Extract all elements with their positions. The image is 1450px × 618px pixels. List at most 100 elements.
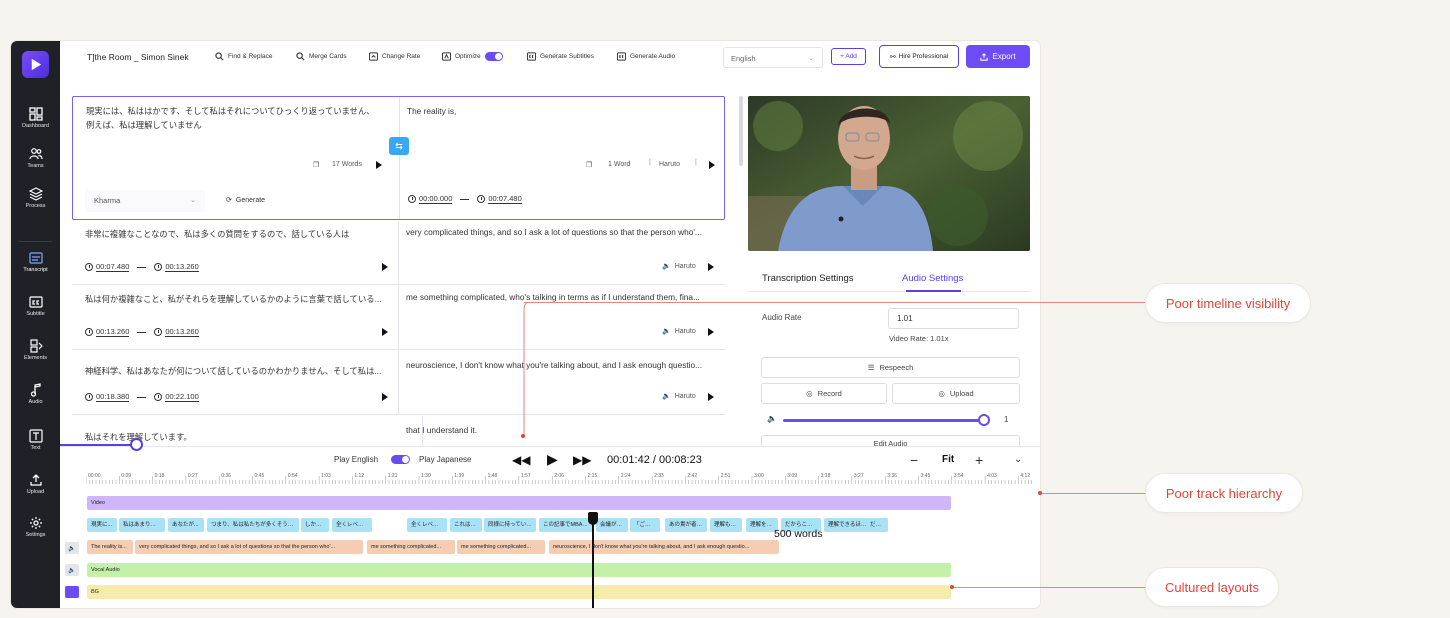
target-text[interactable]: neuroscience, I don't know what you're t… <box>406 358 714 372</box>
transcript-card[interactable]: 神経科学、私はあなたが何について話しているのかわかりません、そして私は... n… <box>72 351 725 415</box>
japanese-clip[interactable]: 現実に... <box>87 518 117 532</box>
japanese-clip[interactable]: つまり、私は私たちが多くそうです... <box>207 518 299 532</box>
target-text[interactable]: that I understand it. <box>406 423 714 437</box>
optimize-switch[interactable] <box>484 52 503 61</box>
japanese-clip[interactable]: 理解も使わ <box>710 518 742 532</box>
sidebar-item-teams[interactable]: Teams <box>11 147 60 169</box>
play-source-icon[interactable] <box>376 161 382 169</box>
sidebar-item-subtitle[interactable]: Subtitle <box>11 295 60 317</box>
tab-transcription-settings[interactable]: Transcription Settings <box>762 273 854 284</box>
volume-slider-handle[interactable] <box>978 414 990 426</box>
english-clip[interactable]: me something complicated... <box>367 540 455 554</box>
end-time[interactable]: 00:22.100 <box>165 392 199 402</box>
voice-label[interactable]: 🔈 Haruto <box>662 392 696 401</box>
japanese-clip[interactable]: 同様に持っていた... <box>484 518 536 532</box>
english-clip[interactable]: me something complicated... <box>457 540 545 554</box>
timecode-range[interactable]: 00:07.480 00:13.260 <box>85 262 199 272</box>
english-clip[interactable]: neuroscience, I don't know what you're t… <box>549 540 779 554</box>
upload-button[interactable]: ◎ Upload <box>892 383 1020 404</box>
japanese-clip[interactable]: これは、私の小... <box>450 518 482 532</box>
fast-forward-icon[interactable]: ▶▶ <box>573 453 591 467</box>
english-clip[interactable]: The reality is... <box>87 540 133 554</box>
bg-audio-clip[interactable]: BG <box>87 585 951 599</box>
transcript-card[interactable]: 非常に複雑なことなので、私は多くの質問をするので、話している人は very co… <box>72 221 725 285</box>
generate-button[interactable]: ⟳ Generate <box>226 196 265 205</box>
source-text[interactable]: 私は何か複雑なこと、私がそれらを理解しているかのように言葉で話している... <box>85 292 391 306</box>
speaker-icon[interactable]: 🔈 <box>65 542 79 554</box>
japanese-clip[interactable]: 全くレベル枠... <box>332 518 372 532</box>
zoom-out-icon[interactable]: − <box>910 452 918 468</box>
play-source-icon[interactable] <box>382 263 388 271</box>
audio-rate-input[interactable]: 1.01 <box>888 308 1019 329</box>
respeech-button[interactable]: ☰ Respeech <box>761 357 1020 378</box>
start-time[interactable]: 00:13.260 <box>96 327 130 337</box>
japanese-clip[interactable]: 会議が進... <box>596 518 628 532</box>
end-time[interactable]: 00:13.260 <box>165 262 199 272</box>
sidebar-item-dashboard[interactable]: Dashboard <box>11 107 60 129</box>
track-color-swatch[interactable] <box>65 586 79 598</box>
transcript-card-active[interactable]: 現実には、私ははかです、そして私はそれについてひっくり返っていません、例えば、私… <box>72 96 725 220</box>
playhead[interactable] <box>592 515 594 608</box>
end-time[interactable]: 00:13.260 <box>165 327 199 337</box>
japanese-clip[interactable]: あなたが... <box>168 518 204 532</box>
copy-icon[interactable]: ❐ <box>313 161 319 169</box>
voice-select[interactable]: Kharma ⌄ <box>85 190 205 212</box>
generate-audio-button[interactable]: Generate Audio <box>617 52 675 61</box>
target-text[interactable]: very complicated things, and so I ask a … <box>406 225 714 239</box>
sidebar-item-elements[interactable]: Elements <box>11 339 60 361</box>
source-text[interactable]: 神経科学、私はあなたが何について話しているのかわかりません、そして私は... <box>85 364 391 378</box>
play-target-icon[interactable] <box>708 328 714 336</box>
target-text[interactable]: The reality is, <box>407 104 715 118</box>
voice-name[interactable]: Haruto <box>659 161 680 168</box>
video-track-clip[interactable]: Video <box>87 496 951 510</box>
play-source-icon[interactable] <box>382 328 388 336</box>
timecode-range[interactable]: 00:00.000 00:07.480 <box>408 194 522 204</box>
rewind-icon[interactable]: ◀◀ <box>512 453 530 467</box>
english-clip[interactable]: very complicated things, and so I ask a … <box>135 540 363 554</box>
japanese-clip[interactable]: 「ごめん... <box>630 518 660 532</box>
source-text[interactable]: 非常に複雑なことなので、私は多くの質問をするので、話している人は <box>85 227 385 241</box>
timecode-range[interactable]: 00:13.260 00:13.260 <box>85 327 199 337</box>
play-target-icon[interactable] <box>709 161 715 169</box>
japanese-clip[interactable]: この記事でMBAの... <box>539 518 593 532</box>
sidebar-item-text[interactable]: Text <box>11 429 60 451</box>
video-preview[interactable] <box>748 96 1030 251</box>
speaker-icon[interactable]: 🔈 <box>65 564 79 576</box>
zoom-fit-button[interactable]: Fit <box>942 454 954 465</box>
sidebar-item-process[interactable]: Process <box>11 187 60 209</box>
japanese-clip[interactable]: だから <box>866 518 888 532</box>
find-replace-button[interactable]: Find & Replace <box>215 52 272 61</box>
japanese-clip[interactable]: あの貴が者が... <box>665 518 707 532</box>
voice-label[interactable]: 🔈 Haruto <box>662 262 696 271</box>
japanese-clip[interactable]: 理解できるほど... <box>824 518 872 532</box>
japanese-clip[interactable]: 私はあまり複雑... <box>119 518 165 532</box>
start-time[interactable]: 00:18.380 <box>96 392 130 402</box>
timeline-zoom-handle[interactable] <box>130 438 143 451</box>
sidebar-item-audio[interactable]: Audio <box>11 383 60 405</box>
play-target-icon[interactable] <box>708 393 714 401</box>
optimize-toggle[interactable]: Optimize <box>442 52 503 61</box>
export-button[interactable]: Export <box>966 45 1030 68</box>
zoom-in-icon[interactable]: + <box>975 452 983 468</box>
voice-label[interactable]: 🔈 Haruto <box>662 327 696 336</box>
play-source-icon[interactable] <box>382 393 388 401</box>
record-button[interactable]: ◎ Record <box>761 383 887 404</box>
swap-icon[interactable]: ⇆ <box>389 137 409 155</box>
timeline-zoom-slider[interactable] <box>60 444 136 446</box>
japanese-clip[interactable]: 全くレベル枠... <box>407 518 447 532</box>
sidebar-item-settings[interactable]: Settings <box>11 516 60 538</box>
chevron-down-icon[interactable]: ⌄ <box>1014 454 1022 465</box>
source-text[interactable]: 現実には、私ははかです、そして私はそれについてひっくり返っていません、例えば、私… <box>86 104 376 132</box>
language-toggle[interactable] <box>391 455 410 464</box>
app-logo[interactable] <box>22 51 49 78</box>
change-rate-button[interactable]: Change Rate <box>369 52 420 61</box>
play-target-icon[interactable] <box>708 263 714 271</box>
sidebar-item-transcript[interactable]: Transcript <box>11 251 60 273</box>
language-select[interactable]: English ⌄ <box>723 47 823 68</box>
add-button[interactable]: + Add <box>831 48 866 65</box>
hire-professional-button[interactable]: ⚯ Hire Professional <box>879 45 959 68</box>
japanese-clip[interactable]: しかし... <box>301 518 329 532</box>
volume-slider[interactable] <box>783 419 986 422</box>
end-time[interactable]: 00:07.480 <box>488 194 522 204</box>
timecode-range[interactable]: 00:18.380 00:22.100 <box>85 392 199 402</box>
